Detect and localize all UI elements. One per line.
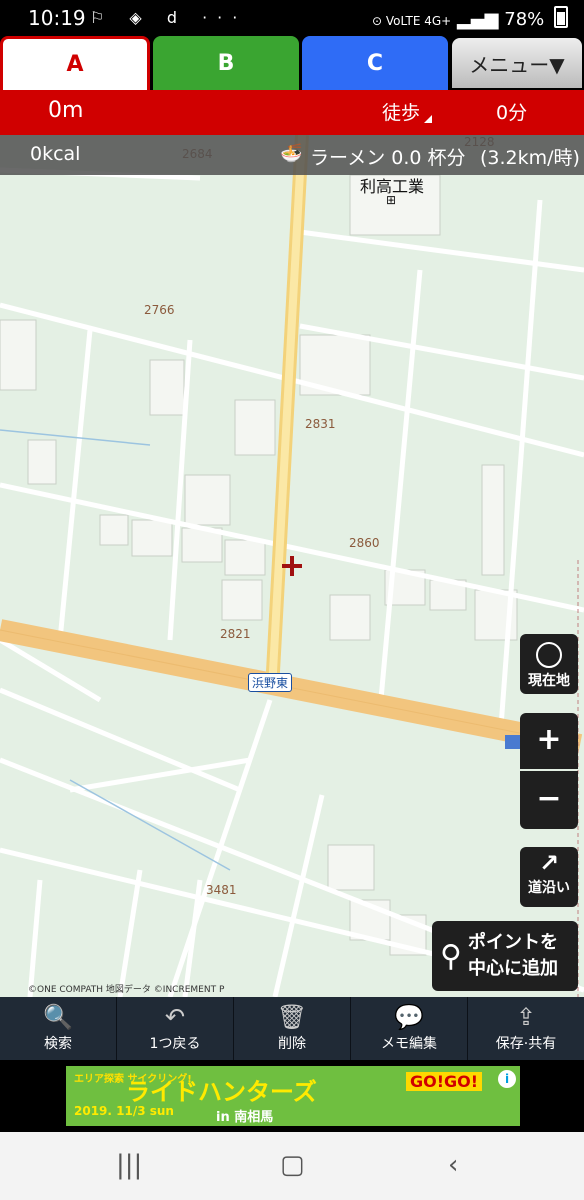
menu-button[interactable]: メニュー▼ [452,38,582,88]
battery-icon [554,6,568,28]
crosshair-target-icon [536,642,562,668]
status-time: 10:19 [28,6,86,30]
add-point-center-button[interactable]: ⚲ ポイントを 中心に追加 [432,921,578,991]
tab-a[interactable]: A [0,36,150,90]
ad-banner-area: エリア探索 サイクリング! ライドハンターズ 2019. 11/3 sun in… [0,1060,584,1132]
trend-arrow-icon: ↗ [538,849,560,877]
map-center-crosshair-icon [282,556,302,576]
walking-speed: (3.2km/時) [480,147,580,169]
search-button[interactable]: 🔍 検索 [0,997,117,1060]
add-point-label: ポイントを 中心に追加 [467,932,558,979]
network-icons: ⊙ VoLTE 4G+ [372,14,452,28]
route-summary-bar: 0m 徒歩 0分 [0,90,584,135]
map-view[interactable]: 2684 2128 2766 2831 2860 2821 3481 利高工業 … [0,135,584,997]
notification-icons: ⚐ ◈ d ··· [90,8,248,27]
along-road-label: 道沿い [528,880,570,896]
home-icon[interactable]: ▢ [280,1150,305,1180]
route-distance: 0m [48,98,84,123]
calorie-value: 0kcal [30,143,81,165]
ad-title: ライドハンターズ [126,1078,317,1106]
trash-icon: 🗑 [276,1003,308,1031]
map-label: 2860 [349,536,380,550]
map-label: 3481 [206,883,237,897]
undo-arrow-icon: ↶ [164,1003,186,1031]
along-road-button[interactable]: ↗ 道沿い [520,847,578,907]
map-label: 2821 [220,627,251,641]
magnifier-icon: 🔍 [43,1003,73,1031]
status-bar: 10:19 ⚐ ◈ d ··· ⊙ VoLTE 4G+ ▂▄▆ 78% [0,0,584,36]
factory-icon: ⊞ [386,193,397,207]
route-duration: 0分 [496,102,528,124]
bus-stop-label: 浜野東 [248,673,293,692]
ramen-bowl-icon: 🍜 [280,143,303,164]
speech-bubble-icon: 💬 [394,1003,424,1031]
ad-banner[interactable]: エリア探索 サイクリング! ライドハンターズ 2019. 11/3 sun in… [66,1066,520,1126]
memo-edit-button[interactable]: 💬 メモ編集 [351,997,468,1060]
ad-date: 2019. 11/3 sun [74,1104,174,1118]
map-credit: ©ONE COMPATH 地図データ ©INCREMENT P [28,985,225,995]
travel-mode-select[interactable]: 徒歩 [382,98,433,125]
ad-badge: GO!GO! [406,1072,483,1091]
status-right: ⊙ VoLTE 4G+ ▂▄▆ 78% [372,6,568,30]
tab-b[interactable]: B [153,36,299,90]
undo-button[interactable]: ↶ 1つ戻る [117,997,234,1060]
back-icon[interactable]: ‹ [448,1150,458,1180]
map-label: 2831 [305,417,336,431]
ad-info-icon[interactable]: i [498,1070,516,1088]
ramen-equivalent-select[interactable]: ラーメン 0.0 杯分 [310,143,466,170]
signal-icon: ▂▄▆ [456,9,499,30]
current-location-button[interactable]: 現在地 [520,634,578,694]
android-nav-bar: ||| ▢ ‹ [0,1132,584,1200]
route-tabs: A B C メニュー▼ [0,36,584,90]
map-label: 2766 [144,303,175,317]
bottom-toolbar: 🔍 検索 ↶ 1つ戻る 🗑 削除 💬 メモ編集 ⇪ 保存·共有 [0,997,584,1060]
zoom-in-button[interactable]: + [520,713,578,769]
save-share-button[interactable]: ⇪ 保存·共有 [468,997,584,1060]
recent-apps-icon[interactable]: ||| [116,1150,142,1180]
tab-c[interactable]: C [302,36,448,90]
delete-button[interactable]: 🗑 削除 [234,997,351,1060]
share-icon: ⇪ [515,1003,537,1031]
ad-place: in 南相馬 [216,1110,274,1125]
zoom-out-button[interactable]: − [520,771,578,829]
battery-level: 78% [504,9,545,30]
current-location-label: 現在地 [528,673,570,689]
map-pin-icon: ⚲ [440,938,462,974]
calorie-bar: 0kcal 🍜 ラーメン 0.0 杯分 (3.2km/時) [0,135,584,175]
